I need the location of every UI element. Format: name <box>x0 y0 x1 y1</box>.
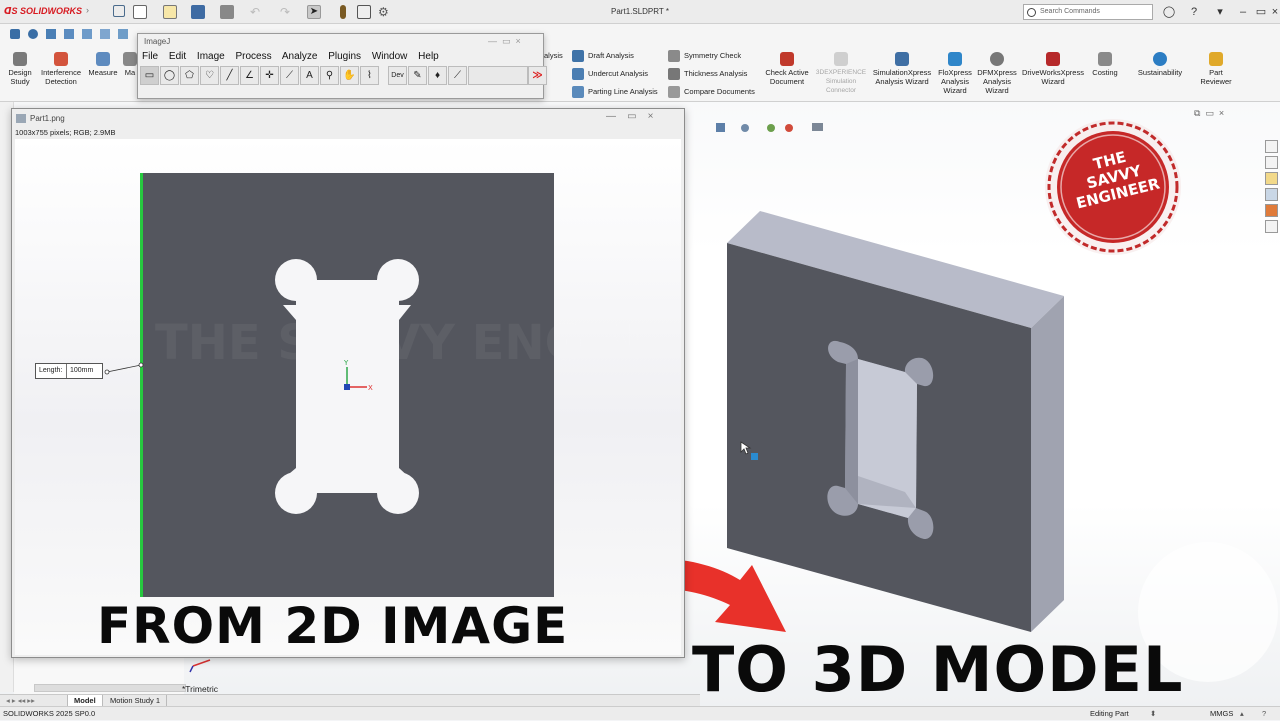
solidworks-resources-tab[interactable] <box>1265 140 1278 153</box>
units-text[interactable]: MMGS <box>1210 707 1233 721</box>
brush-tool-icon[interactable]: ♦ <box>428 66 447 85</box>
rebuild-icon[interactable]: ⬍ <box>1150 707 1156 721</box>
imagej-menubar: File Edit Image Process Analyze Plugins … <box>142 51 447 63</box>
menu-plugins[interactable]: Plugins <box>328 51 361 62</box>
length-label: Length: <box>39 367 63 374</box>
dev-tool-icon[interactable]: Dev <box>388 66 407 85</box>
imagej-window-controls[interactable]: — ▭ × <box>488 36 521 47</box>
image-window-icon <box>16 114 26 123</box>
design-library-tab[interactable] <box>1265 156 1278 169</box>
menu-help[interactable]: Help <box>418 51 439 62</box>
scene-icon[interactable] <box>785 124 793 132</box>
length-callout[interactable]: Length: 100mm <box>35 363 103 379</box>
view-settings-icon[interactable] <box>812 123 823 131</box>
svg-text:X: X <box>368 384 373 392</box>
image-drawing: THE SAVVY ENGINEER Y X <box>104 173 681 597</box>
dimension-leader <box>106 364 142 373</box>
length-value[interactable]: 100mm <box>66 364 103 378</box>
editing-mode-text: Editing Part <box>1090 709 1129 718</box>
text-tool-icon[interactable]: A <box>300 66 319 85</box>
view-palette-tab[interactable] <box>1265 188 1278 201</box>
units-dropdown-icon[interactable]: ▴ <box>1240 707 1244 721</box>
task-pane-tabs <box>1262 138 1280 238</box>
imagej-title: ImageJ <box>144 37 171 46</box>
dev-tool-label: Dev <box>391 72 404 79</box>
sketch-line <box>140 173 143 597</box>
menu-window[interactable]: Window <box>372 51 408 62</box>
caption-to-3d: TO 3D MODEL <box>692 633 1184 706</box>
angle-tool-icon[interactable]: ∠ <box>240 66 259 85</box>
watermark-text: THE SAVVY ENGINEER <box>155 315 681 371</box>
version-text: SOLIDWORKS 2025 SP0.0 <box>3 709 96 718</box>
custom-properties-tab[interactable] <box>1265 220 1278 233</box>
part-side-face <box>1031 296 1064 632</box>
more-tools-label: ≫ <box>532 70 543 81</box>
tool-spacer <box>468 66 528 85</box>
appearances-tab[interactable] <box>1265 204 1278 217</box>
zoom-tool-icon[interactable]: ⚲ <box>320 66 339 85</box>
menu-analyze[interactable]: Analyze <box>282 51 318 62</box>
viewport-window-controls[interactable]: ⧉ ▭ × <box>1194 108 1224 119</box>
polygon-tool-icon[interactable]: ⬠ <box>180 66 199 85</box>
caption-from-2d: FROM 2D IMAGE <box>97 597 569 655</box>
menu-edit[interactable]: Edit <box>169 51 186 62</box>
svg-text:Y: Y <box>343 359 349 367</box>
image-window-title: Part1.png <box>30 114 65 123</box>
image-window-controls[interactable]: — ▭ × <box>606 111 654 122</box>
bottom-tabs: ◂ ▸ ◂◂ ▸▸ Model Motion Study 1 <box>0 694 700 707</box>
more-tools-icon[interactable]: ≫ <box>528 66 547 85</box>
menu-image[interactable]: Image <box>197 51 225 62</box>
status-bar: SOLIDWORKS 2025 SP0.0 Editing Part ⬍ MMG… <box>0 706 1280 720</box>
imagej-window[interactable]: ImageJ — ▭ × File Edit Image Process Ana… <box>137 33 547 99</box>
hand-tool-icon[interactable]: ✋ <box>340 66 359 85</box>
picker-tool-icon[interactable]: ⟋ <box>448 66 467 85</box>
rectangle-tool-icon[interactable]: ▭ <box>140 66 159 85</box>
line-tool-icon[interactable]: ╱ <box>220 66 239 85</box>
point-tool-icon[interactable]: ✛ <box>260 66 279 85</box>
appearance-icon[interactable] <box>767 124 775 132</box>
heads-up-view-toolbar[interactable] <box>716 123 823 132</box>
display-style-icon[interactable] <box>741 124 749 132</box>
image-canvas[interactable]: THE SAVVY ENGINEER Y X <box>15 139 681 655</box>
freehand-tool-icon[interactable]: ♡ <box>200 66 219 85</box>
imagej-toolbar: ▭ ◯ ⬠ ♡ ╱ ∠ ✛ ⟋ A ⚲ ✋ ⌇ Dev ✎ ♦ ⟋ ≫ <box>140 66 547 86</box>
view-orientation-label: *Trimetric <box>182 684 219 694</box>
menu-process[interactable]: Process <box>236 51 272 62</box>
wand-tool-icon[interactable]: ⟋ <box>280 66 299 85</box>
pencil-tool-icon[interactable]: ✎ <box>408 66 427 85</box>
3d-part-model[interactable] <box>727 211 1064 632</box>
view-orientation-icon[interactable] <box>716 123 725 132</box>
image-window[interactable]: Part1.png — ▭ × 1003x755 pixels; RGB; 2.… <box>11 108 685 658</box>
oval-tool-icon[interactable]: ◯ <box>160 66 179 85</box>
help-status-icon[interactable]: ? <box>1262 707 1266 721</box>
view-triad-icon <box>189 659 211 673</box>
dropper-tool-icon[interactable]: ⌇ <box>360 66 379 85</box>
file-explorer-tab[interactable] <box>1265 172 1278 185</box>
image-info: 1003x755 pixels; RGB; 2.9MB <box>15 128 116 137</box>
menu-file[interactable]: File <box>142 51 158 62</box>
